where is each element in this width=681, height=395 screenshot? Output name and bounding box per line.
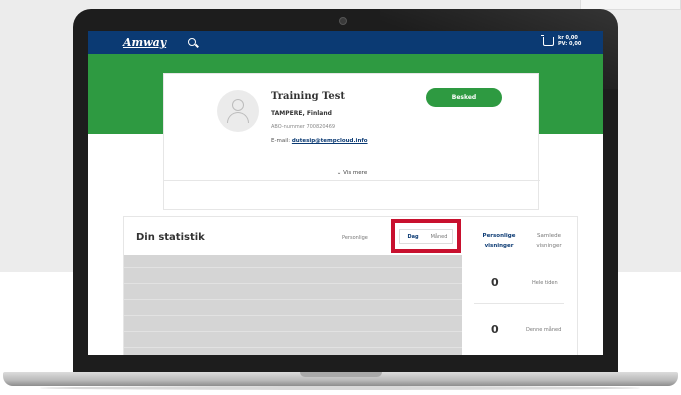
avatar (217, 90, 259, 132)
message-button[interactable]: Besked (426, 88, 502, 107)
email-label: E-mail: (271, 138, 291, 144)
profile-location: TAMPERE, Finland (271, 110, 332, 117)
metric-all-time-label: Hele tiden (532, 280, 558, 286)
statistics-title: Din statistik (136, 232, 205, 243)
tab-personal-views[interactable]: Personlige visninger (474, 231, 524, 251)
chart-gridline (124, 267, 462, 268)
chart-gridline (124, 331, 462, 332)
tab-total-views[interactable]: Samlede visninger (524, 231, 574, 251)
laptop-notch (300, 372, 382, 377)
camera-icon (339, 17, 347, 25)
show-more-link[interactable]: ⌄ Vis mere (164, 170, 540, 176)
cart-summary[interactable]: kr 0,00 PV: 0,00 (558, 35, 581, 47)
profile-name: Training Test (271, 91, 345, 102)
metric-divider (474, 303, 564, 304)
highlight-box (391, 219, 461, 253)
metric-month-value: 0 (491, 323, 499, 336)
chart-gridline (124, 283, 462, 284)
top-navigation-bar: Amway kr 0,00 PV: 0,00 (88, 31, 603, 54)
card-divider (164, 180, 540, 181)
email-row: E-mail: dutesip@tempcloud.info (271, 138, 368, 144)
avatar-body-icon (227, 112, 249, 123)
amway-logo[interactable]: Amway (123, 36, 166, 49)
statistics-card: Din statistik Personlige Dag Måned Perso… (123, 216, 578, 355)
scope-selector[interactable]: Personlige (342, 235, 368, 241)
chart-gridline (124, 315, 462, 316)
cart-pv: PV: 0,00 (558, 41, 582, 47)
metric-all-time-value: 0 (491, 276, 499, 289)
cart-icon[interactable] (541, 35, 554, 46)
metric-month-label: Denne måned (526, 327, 562, 333)
statistics-chart (124, 255, 462, 355)
search-icon[interactable] (188, 38, 196, 46)
chart-gridline (124, 299, 462, 300)
chart-gridline (124, 347, 462, 348)
email-link[interactable]: dutesip@tempcloud.info (292, 138, 368, 144)
avatar-head-icon (232, 99, 244, 111)
laptop-shadow (40, 386, 640, 390)
abo-number: ABO-nummer 700820469 (271, 124, 336, 130)
profile-card: Training Test TAMPERE, Finland ABO-numme… (163, 73, 540, 210)
laptop-screen: Amway kr 0,00 PV: 0,00 Training Test TAM… (88, 31, 603, 355)
